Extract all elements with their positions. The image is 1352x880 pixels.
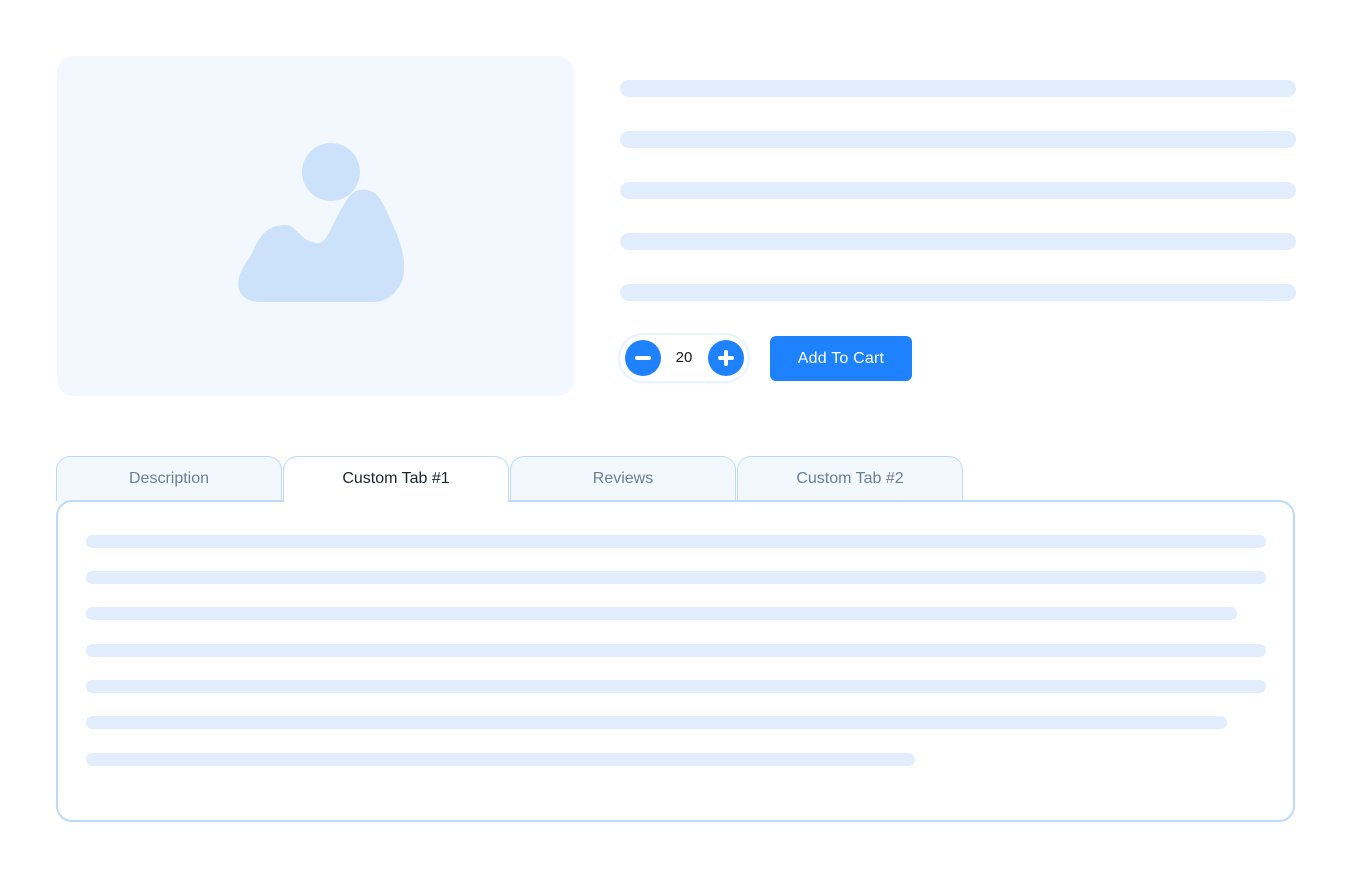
minus-icon: [635, 356, 651, 360]
tab-panel: [56, 500, 1295, 822]
tab-custom-tab-2[interactable]: Custom Tab #2: [737, 456, 963, 501]
skeleton-line: [620, 182, 1296, 199]
image-placeholder-icon: [238, 143, 404, 302]
quantity-stepper: 20: [620, 335, 748, 381]
skeleton-line: [620, 284, 1296, 301]
tab-reviews[interactable]: Reviews: [510, 456, 736, 501]
skeleton-line: [86, 644, 1266, 657]
quantity-value[interactable]: 20: [664, 348, 704, 368]
skeleton-line: [86, 716, 1227, 729]
increment-button[interactable]: [708, 340, 744, 376]
product-info-skeleton: [620, 80, 1296, 301]
skeleton-line: [86, 753, 915, 766]
add-to-cart-button[interactable]: Add To Cart: [770, 336, 912, 381]
skeleton-line: [620, 80, 1296, 97]
tab-description[interactable]: Description: [56, 456, 282, 501]
decrement-button[interactable]: [625, 340, 661, 376]
product-image-placeholder: [57, 56, 574, 396]
product-page: 20 Add To Cart Description Custom Tab #1…: [0, 0, 1352, 880]
skeleton-line: [620, 233, 1296, 250]
skeleton-line: [86, 571, 1266, 584]
skeleton-line: [86, 607, 1237, 620]
tab-custom-tab-1[interactable]: Custom Tab #1: [283, 456, 509, 502]
skeleton-line: [620, 131, 1296, 148]
skeleton-line: [86, 680, 1266, 693]
skeleton-line: [86, 535, 1266, 548]
